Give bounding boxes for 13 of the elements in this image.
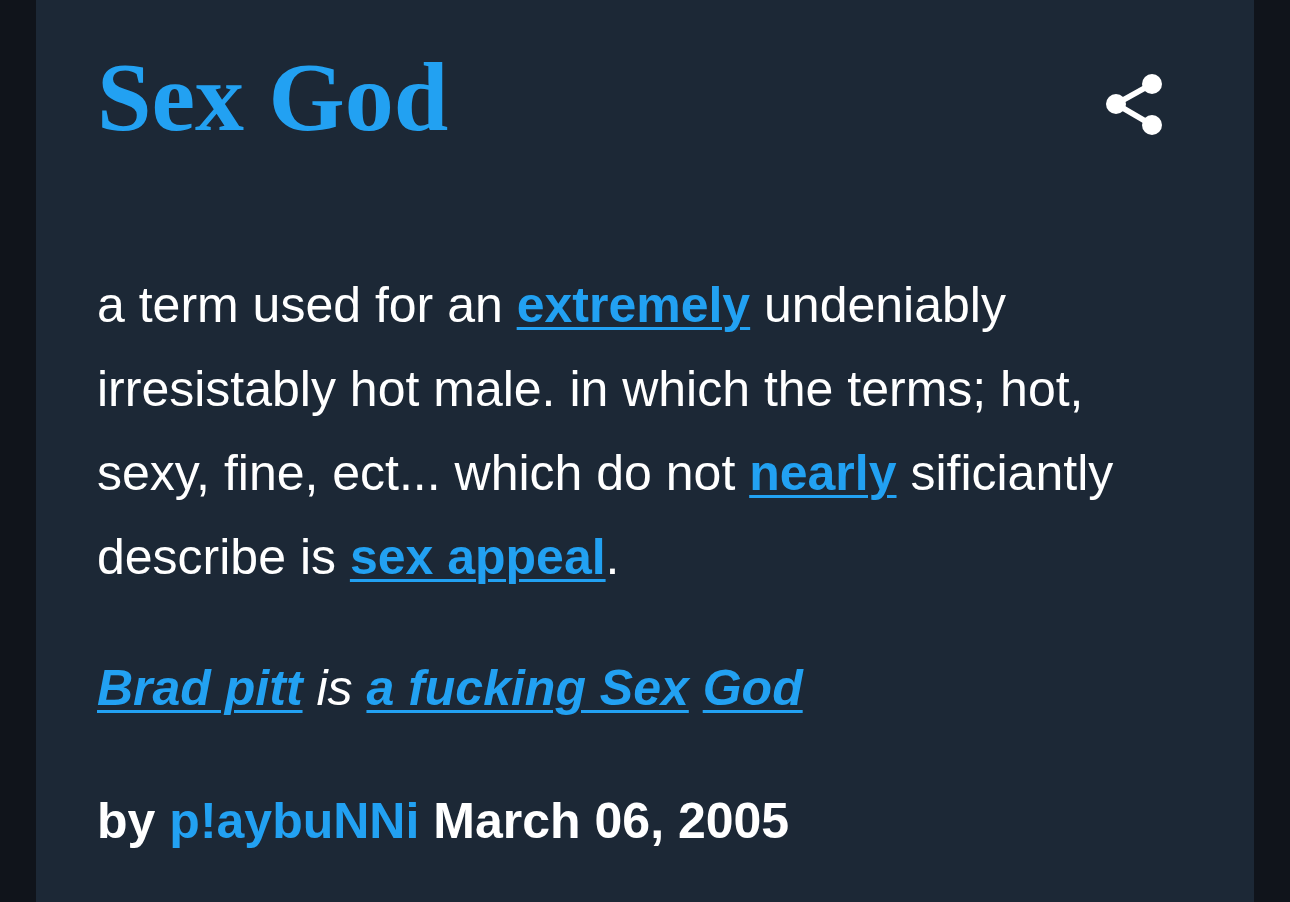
definition-link[interactable]: nearly: [749, 445, 897, 501]
definition-text: a term used for an extremely undeniably irresistably hot male. in which the terms; hot, sexy, fine, ect... which do not nearly sificiantly describe is sex appeal.: [97, 276, 1115, 587]
example-link[interactable]: Brad pitt: [97, 660, 303, 716]
post-date: March 06, 2005: [433, 792, 790, 851]
definition-link[interactable]: sex appeal: [349, 529, 606, 585]
by-label: by: [97, 792, 156, 851]
example-link[interactable]: God: [702, 660, 803, 716]
share-icon[interactable]: [1106, 74, 1162, 135]
author-link[interactable]: p!aybuNNi: [169, 779, 420, 863]
example-sentence: Brad pitt is a fucking Sex God: [97, 659, 805, 718]
definition-link[interactable]: extremely: [516, 277, 751, 333]
definition-title[interactable]: Sex God: [97, 43, 449, 151]
example-link[interactable]: a fucking Sex: [366, 660, 689, 716]
